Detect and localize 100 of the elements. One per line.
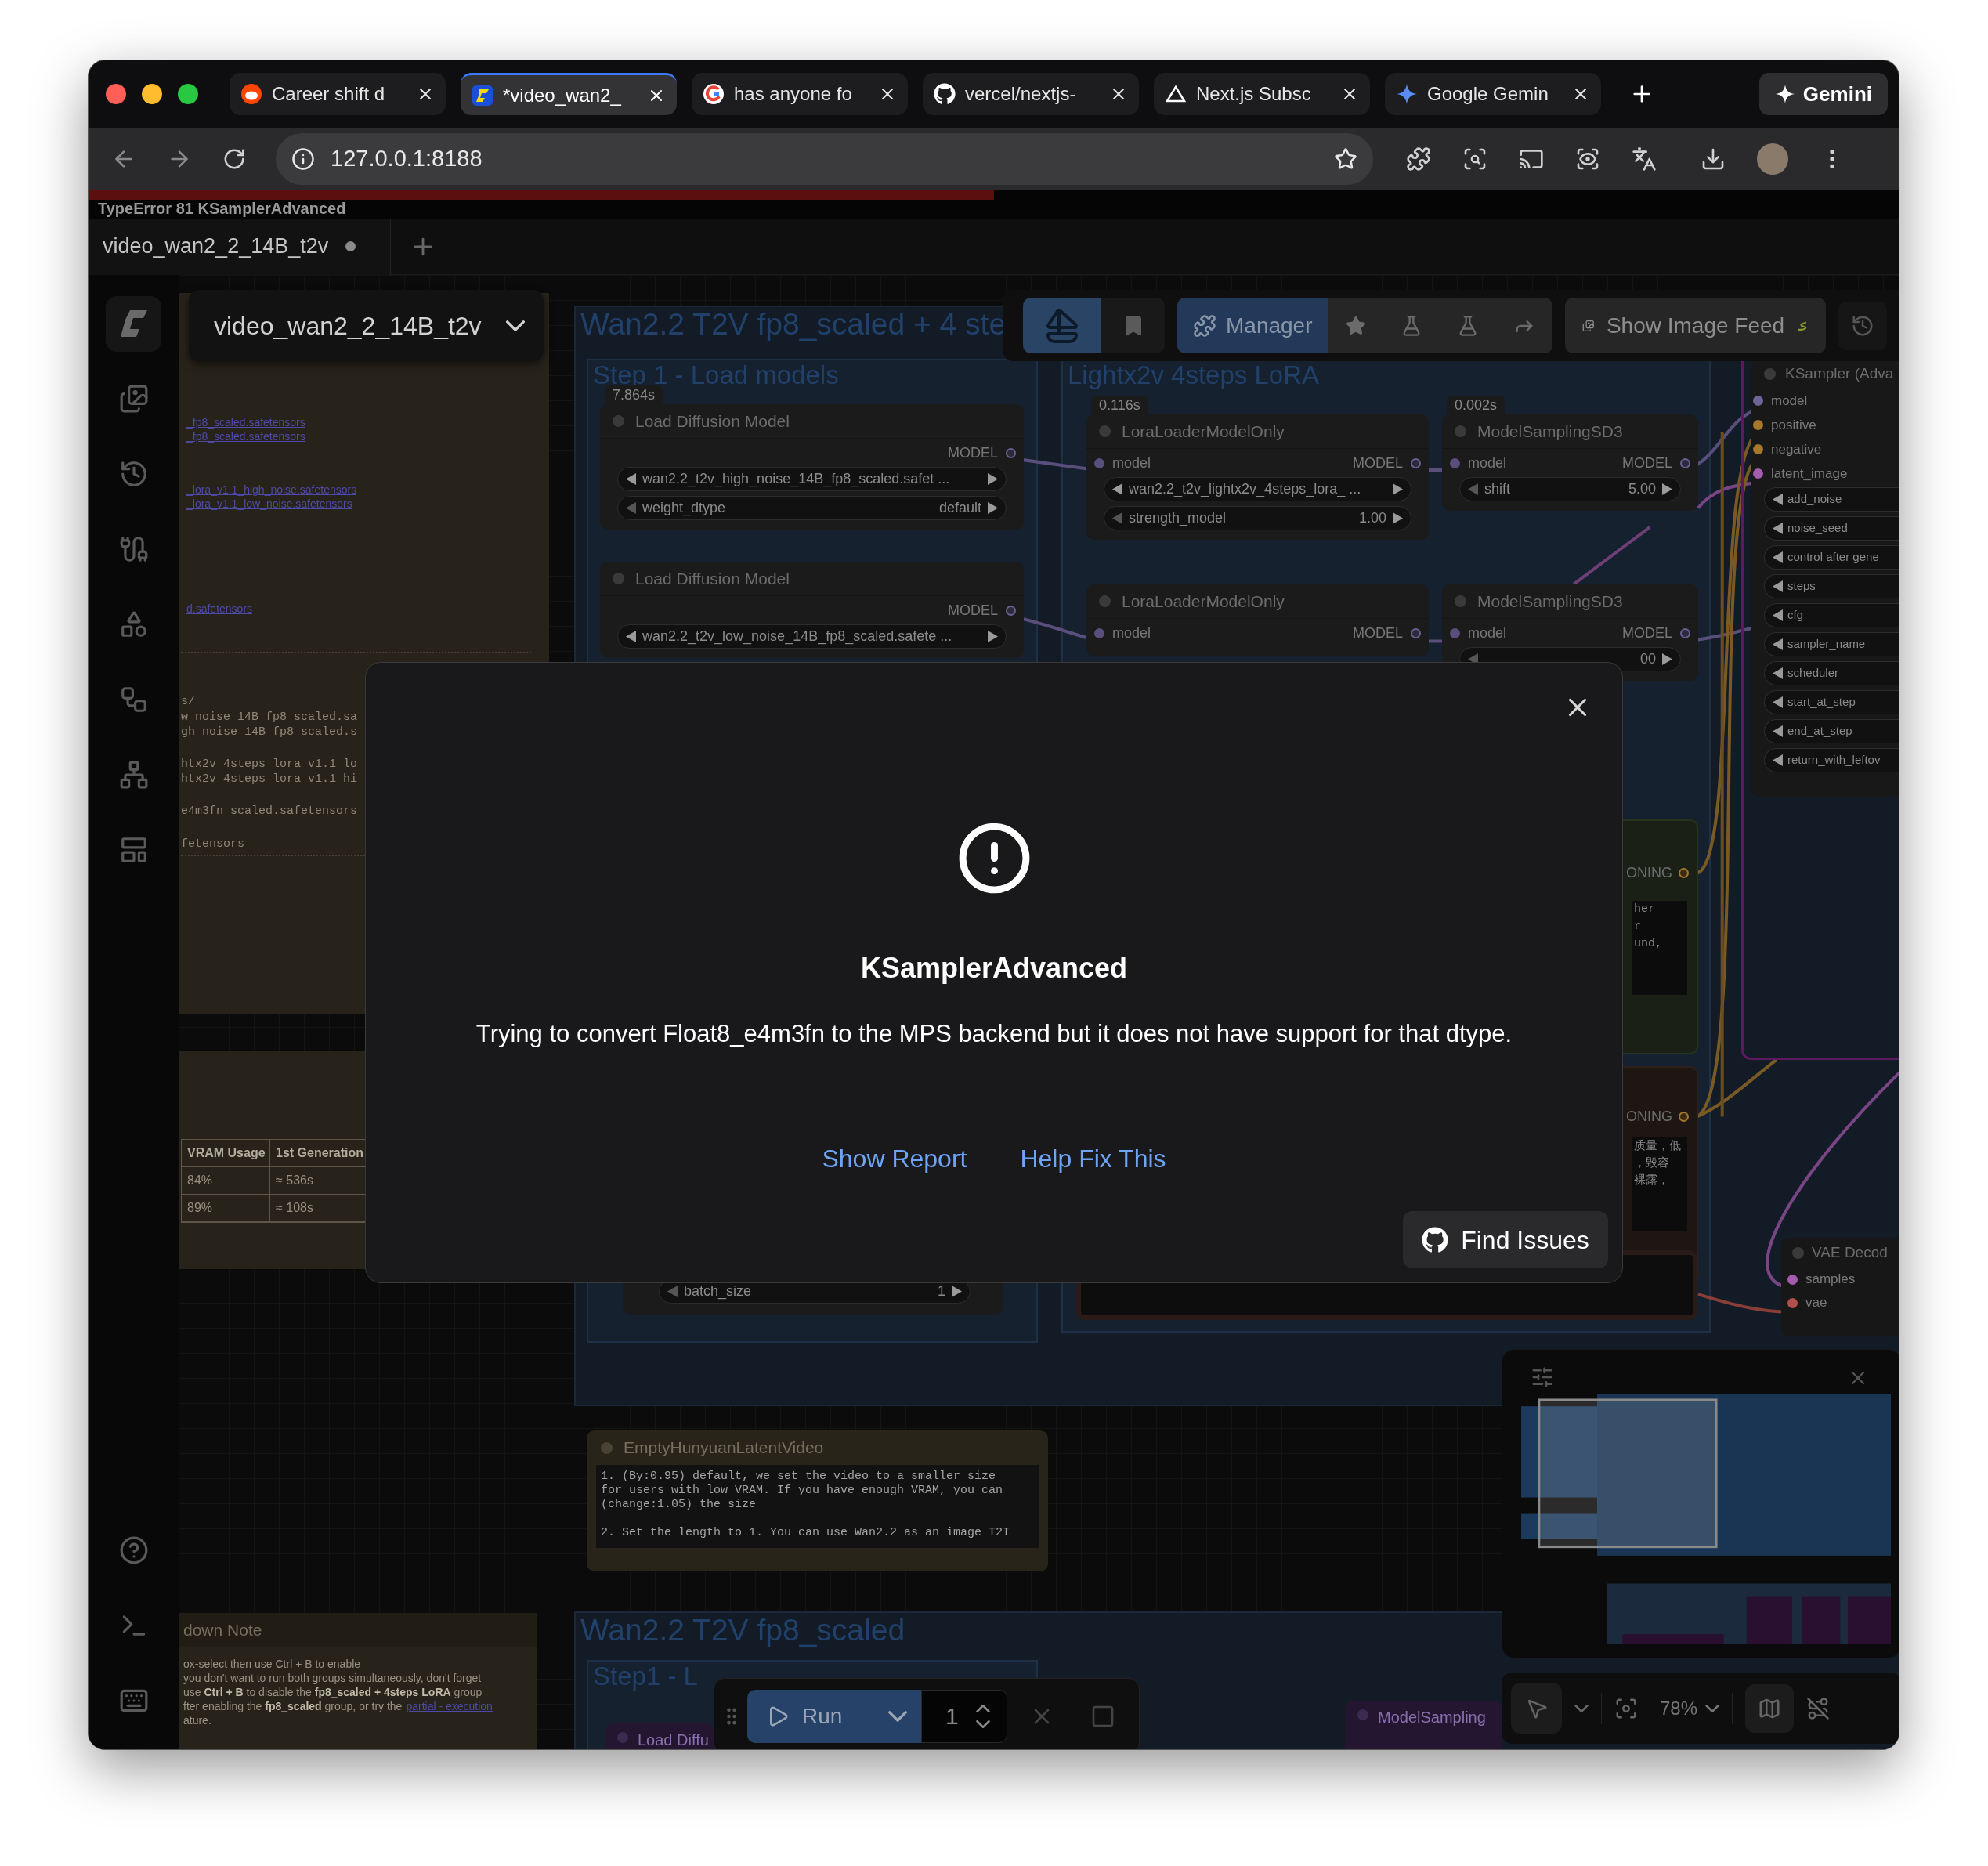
port-label: MODEL [948,601,998,620]
widget-field[interactable]: cfg [1764,603,1899,627]
images-icon[interactable] [118,384,149,414]
node-title: down Note [183,1620,262,1641]
port-label: ONING [1626,1108,1672,1126]
download-icon[interactable] [1701,146,1726,172]
left-triangle-icon [1773,754,1783,766]
timing-badge: 0.116s [1091,396,1148,414]
left-triangle-icon [1773,551,1783,563]
run-button[interactable]: Run [747,1689,921,1743]
sparkle-icon [1396,83,1418,105]
cable-icon[interactable] [118,534,149,564]
find-issues-button[interactable]: Find Issues [1403,1211,1608,1268]
network-icon[interactable] [118,760,149,790]
table-cell: 89% [182,1195,270,1222]
left-triangle-icon [1112,483,1122,495]
port-label: MODEL [1353,454,1403,472]
decrement-icon[interactable] [975,1720,990,1728]
left-triangle-icon [1773,725,1783,737]
select-tool-button[interactable] [1511,1683,1562,1734]
port-label: model [1112,454,1151,472]
increment-icon[interactable] [975,1704,990,1712]
text-line: r [1634,918,1642,935]
chevron-down-icon[interactable] [1574,1704,1589,1712]
search-page-icon[interactable] [1462,146,1487,172]
dialog-title: KSamplerAdvanced [860,951,1128,985]
note-text: fter enabling the fp8_scaled group, or try the [183,1699,403,1713]
note-text: ature. [183,1713,211,1727]
browser-tab[interactable]: vercel/nextjs- [923,73,1139,115]
widget-field[interactable]: end_at_step [1764,719,1899,743]
widget-field[interactable]: steps [1764,574,1899,598]
address-bar[interactable]: 127.0.0.1:8188 [276,133,1373,185]
left-triangle-icon [1773,638,1783,650]
left-triangle-icon [1773,696,1783,708]
widget-field[interactable]: add_noise [1764,487,1899,512]
browser-tab[interactable]: has anyone fo [692,73,908,115]
dialog-link[interactable]: Help Fix This [1020,1144,1166,1173]
widget-field[interactable]: wan2.2_t2v_lightx2v_4steps_lora_ ... [1104,477,1411,501]
widget-field[interactable]: shift 5.00 [1459,477,1681,501]
port-label: ONING [1626,864,1672,882]
dialog-link[interactable]: Show Report [822,1144,967,1173]
site-info-icon[interactable] [291,147,315,171]
left-triangle-icon [1468,483,1478,495]
cat-logo-icon [1422,1226,1449,1253]
dialog-message: Trying to convert Float8_e4m3fn to the MPS backend but it does not have support for that dtype. [475,1019,1513,1049]
manager-button[interactable]: Manager [1177,298,1328,353]
widget-field[interactable]: return_with_leftov [1764,748,1899,772]
history-button[interactable] [1838,301,1887,350]
browser-tab[interactable]: *video_wan2_ [461,73,677,115]
node-title: VAE Decod [1812,1242,1888,1262]
gemini-button[interactable]: Gemini [1758,73,1888,115]
left-triangle-icon [626,473,636,485]
node-title: LoraLoaderModelOnly [1122,421,1285,442]
browser-tab[interactable]: Career shift d [230,73,446,115]
group-title: Step1 - L [593,1662,698,1689]
widget-field[interactable]: sampler_name [1764,632,1899,656]
node-title: ModelSamplingSD3 [1477,421,1623,442]
widget-field[interactable]: start_at_step [1764,690,1899,714]
column-header: VRAM Usage [182,1140,270,1167]
text-line: her [1634,902,1656,917]
node-title: ModelSamplingSD3 [1477,591,1623,612]
chevron-down-icon [888,1710,907,1722]
left-triangle-icon [1773,609,1783,621]
port-label: model [1468,454,1507,472]
browser-tab[interactable]: Next.js Subsc [1154,73,1370,115]
widget-field[interactable]: wan2.2_t2v_low_noise_14B_fp8_scaled.safete ... [617,624,1007,649]
widget-field[interactable]: control after gene [1764,545,1899,570]
maximize-window-button[interactable] [178,84,198,104]
widget-field[interactable]: strength_model 1.00 [1104,506,1411,530]
zoom-dropdown[interactable]: 78% [1660,1694,1720,1723]
widget-field[interactable]: weight_dtype default [617,496,1007,520]
star-icon[interactable] [1345,315,1366,336]
widget-field[interactable]: wan2.2_t2v_high_noise_14B_fp8_scaled.safet ... [617,467,1007,491]
browser-tab[interactable]: Google Gemin [1385,73,1601,115]
avatar[interactable] [1757,143,1788,175]
help-icon[interactable] [118,1535,149,1565]
workflow-tab[interactable]: video_wan2_2_14B_t2v [89,218,391,275]
close-window-button[interactable] [106,84,126,104]
chevron-down-icon [1705,1704,1720,1712]
extensions-icon[interactable] [1406,146,1431,172]
reload-icon[interactable] [222,147,246,171]
widget-field[interactable]: noise_seed [1764,516,1899,541]
sliders-icon[interactable] [1531,1365,1554,1389]
lens-icon[interactable] [1575,146,1600,172]
group-title: Wan2.2 T2V fp8_scaled + 4 ste [580,307,1007,342]
minimap-button[interactable] [1745,1683,1795,1733]
node-title: KSampler (Adva [1785,363,1894,383]
batch-count-field[interactable]: 1 [921,1689,1007,1743]
text-area: 1. (By:0.95) default, we set the video to a smaller size for users with low VRAM. If you have enough VRAM, you can (change:1.05) the size 2. Set the length to 1. You can use Wan2.2 as an image T2I [596,1465,1039,1548]
port-label: negative [1771,440,1822,458]
image-feed-button[interactable]: Show Image Feed [1564,298,1826,353]
hide-links-icon[interactable] [1806,1696,1831,1720]
manager-logo-button[interactable] [1023,298,1101,353]
minimize-window-button[interactable] [142,84,162,104]
widget-field[interactable]: scheduler [1764,661,1899,685]
workflow-selector[interactable]: video_wan2_2_14B_t2v [189,290,544,361]
translate-icon[interactable] [1632,146,1657,172]
bookmark-star-icon[interactable] [1334,147,1357,171]
port-label: vae [1805,1294,1827,1312]
text-line: und, [1634,935,1663,952]
